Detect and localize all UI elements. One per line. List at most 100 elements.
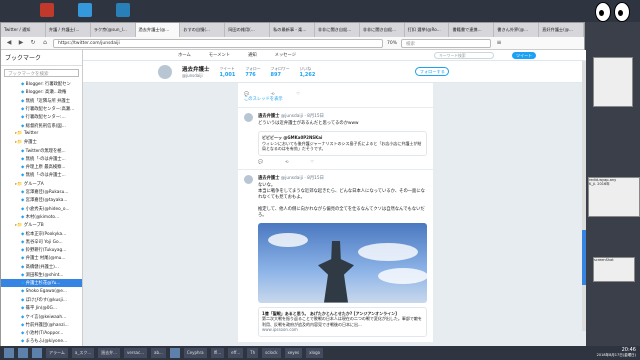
zoom-level[interactable]: 70% — [387, 41, 397, 46]
bookmark-item[interactable]: ◆ Shoko Egawa(@e... — [1, 287, 82, 295]
nav-messages[interactable]: メッセージ — [275, 52, 296, 58]
forward-icon[interactable]: ▶ — [17, 39, 25, 47]
taskbar-item[interactable]: sclock — [262, 348, 281, 358]
taskbar-item[interactable]: xlogo — [306, 348, 324, 358]
taskbar-item[interactable] — [4, 348, 14, 358]
mini-window-screenshot[interactable]: screenShot — [593, 257, 635, 282]
bookmark-item[interactable]: ◆ Blogger: 行署政配セン — [1, 80, 82, 88]
bookmark-item[interactable]: ◆ 竹前弁護団(@hanzi... — [1, 321, 82, 329]
taskbar-item[interactable]: Th — [247, 348, 259, 358]
twitter-search-input[interactable]: キーワード検索 — [434, 51, 495, 59]
taskbar-item[interactable]: ab... — [151, 348, 166, 358]
browser-tab[interactable]: Twitter / 通知 — [1, 23, 46, 37]
bookmark-item[interactable]: ◆ ぼけびのす(@kusji... — [1, 296, 82, 304]
bookmark-item[interactable]: ◆ 宮澤嘉佳(@Rukasu... — [1, 188, 82, 196]
bookmark-item[interactable]: ◆ Twitterの無理を極... — [1, 146, 82, 154]
browser-tab[interactable]: 非非に聞き自殺... — [360, 23, 405, 37]
stat-likes[interactable]: いいね 1,262 — [300, 66, 316, 78]
tweet[interactable]: 過去弁護士 @junsdaiji · 8月15日 どういうは近弁護士があるんだと… — [238, 108, 433, 170]
browser-tab[interactable]: 直好弁護士(@... — [539, 23, 584, 37]
bookmark-item[interactable]: ◆ 弁護士 村尾(@mu... — [1, 254, 82, 262]
bookmark-item[interactable]: ◆ 松本正宗(Pookyka... — [1, 229, 82, 237]
taskbar-item[interactable]: xeyes — [284, 348, 303, 358]
bookmark-folder[interactable]: ▸📁 弁護士 — [1, 138, 82, 146]
reply-icon[interactable]: 💬 — [258, 159, 263, 164]
bookmark-item[interactable]: ◆ ケイ言(@keiwaah... — [1, 312, 82, 320]
menu-icon[interactable]: ≡ — [495, 39, 503, 47]
bookmark-item[interactable]: ◆ 総督府民刑信系(図... — [1, 121, 82, 129]
app-icon[interactable] — [40, 3, 54, 17]
taskbar-item[interactable]: versac... — [123, 348, 148, 358]
taskbar-item[interactable]: Ceyphra — [183, 348, 207, 358]
quoted-tweet-card[interactable]: ビビビーッ @GMKa0P2NSKai ウィレンにおいても後弁護ジャーナリストの… — [258, 131, 427, 156]
taskbar-item[interactable]: 過去弁... — [98, 348, 120, 358]
browser-tab[interactable]: ラク京(@sun_l... — [91, 23, 136, 37]
browser-tab[interactable]: 私の最新事 - 楽... — [270, 23, 315, 37]
bookmark-item[interactable]: ◆ 木村(@kimoto... — [1, 213, 82, 221]
bookmark-folder[interactable]: ▸📁 グループB — [1, 221, 82, 229]
bookmark-item[interactable]: ◆ 無統「近隣与所 弁護士 — [1, 97, 82, 105]
bookmark-item[interactable]: ◆ 渕田和生(@shint... — [1, 271, 82, 279]
taskbar-item[interactable]: eff... — [228, 348, 244, 358]
browser-tab[interactable]: 弁護 / 弁護士(... — [46, 23, 91, 37]
avatar[interactable] — [244, 113, 253, 122]
bookmark-search-input[interactable]: ブックマークを検索 — [4, 69, 79, 77]
stat-tweets[interactable]: ツイート 1,001 — [220, 66, 236, 78]
avatar[interactable] — [158, 64, 172, 79]
browser-tab[interactable]: 過去弁護士(@... — [135, 23, 181, 37]
like-icon[interactable]: ♡ — [310, 159, 314, 164]
avatar[interactable] — [244, 174, 253, 184]
retweet-icon[interactable]: ⟲ — [285, 159, 288, 164]
taskbar-item[interactable] — [169, 348, 180, 358]
tweet-author[interactable]: 過去弁護士 — [258, 114, 279, 119]
url-bar[interactable]: https://twitter.com/junsdaiji — [53, 38, 383, 48]
nav-notifications[interactable]: 通知 — [248, 52, 257, 58]
browser-tab[interactable]: 非非に聞き自殺... — [315, 23, 360, 37]
taskbar-item[interactable] — [32, 348, 42, 358]
page-scrollbar[interactable] — [582, 61, 586, 331]
mini-window-redid[interactable]: redid-wyap-any K_Ji. 2016年 — [588, 177, 640, 217]
bookmark-item[interactable]: ◆ 無統「-のは弁護士... — [1, 171, 82, 179]
folder-icon[interactable] — [116, 3, 130, 17]
bookmark-item[interactable]: ◆ 篠平 Jin(@0G... — [1, 304, 82, 312]
scrollbar-thumb[interactable] — [582, 230, 586, 285]
tweet-date[interactable]: · 8月15日 — [304, 114, 324, 119]
home-icon[interactable]: ⌂ — [41, 39, 49, 47]
stat-followers[interactable]: フォロワー 897 — [271, 66, 290, 78]
taskbar-clock[interactable]: 20:46 2018年8月17日(金曜日) — [597, 348, 636, 358]
bookmark-item[interactable]: ◆ 鈴野耕行(Tukuyag... — [1, 246, 82, 254]
search-bar[interactable]: 検索 — [401, 38, 492, 48]
bookmark-folder[interactable]: ▸📁 Twitter — [1, 130, 82, 138]
nav-moments[interactable]: モーメント — [209, 52, 230, 58]
bookmark-item[interactable]: ◆ 無統「-のは弁護士... — [1, 155, 82, 163]
back-icon[interactable]: ◀ — [5, 39, 13, 47]
reload-icon[interactable]: ↻ — [29, 39, 37, 47]
bookmark-item[interactable]: ◆ 黒谷辛司 Yoji Go... — [1, 238, 82, 246]
bookmark-item[interactable]: ◆ 行署政配センター:高瀬... — [1, 105, 82, 113]
mini-window[interactable] — [593, 57, 633, 107]
bookmark-item[interactable]: ◆ 弁理上原 最高検察... — [1, 163, 82, 171]
link-card[interactable]: 1億「聖戦」あると思う。 あげたかとんとせたか? [アンジアンオンライン] 第二… — [258, 306, 427, 337]
taskbar-item[interactable]: アラーム — [46, 348, 68, 358]
browser-tab[interactable]: 書籍書で連携... — [449, 23, 495, 37]
bookmark-folder[interactable]: ▸📁 グループA — [1, 180, 82, 188]
tweet-button[interactable]: ツイート — [512, 51, 537, 59]
bookmark-item[interactable]: ◆ 小池村(T/Aoppor... — [1, 329, 82, 337]
tweet-author[interactable]: 過去弁護士 — [258, 176, 279, 181]
taskbar-item[interactable]: a_スク... — [71, 348, 95, 358]
tweet-date[interactable]: · 8月15日 — [304, 176, 324, 181]
browser-tab[interactable]: 岡田の雑用(... — [225, 23, 271, 37]
follow-button[interactable]: フォローする — [415, 67, 450, 76]
bookmark-item[interactable]: ◆ 小倉秀夫(@hideo_o... — [1, 204, 82, 212]
bookmark-item[interactable]: ◆ 宮澤嘉佳(@tayaka... — [1, 196, 82, 204]
taskbar-item[interactable] — [18, 348, 28, 358]
bookmark-item[interactable]: ◆ 弁護士杉花@Yu... — [1, 279, 82, 288]
taskbar-item[interactable]: Ifl... — [210, 348, 225, 358]
show-thread-link[interactable]: このスレッドを表示 — [244, 96, 427, 102]
stat-following[interactable]: フォロー 776 — [245, 66, 260, 78]
bookmark-item[interactable]: ◆ 行署政配センター:... — [1, 113, 82, 121]
browser-tab[interactable]: 打扣 選挙(@Ro... — [405, 23, 450, 37]
bookmark-item[interactable]: ◆ まろもふ(@kiyone... — [1, 337, 82, 345]
tweet-photo[interactable] — [258, 222, 427, 303]
like-icon[interactable]: ♡ — [296, 91, 300, 96]
